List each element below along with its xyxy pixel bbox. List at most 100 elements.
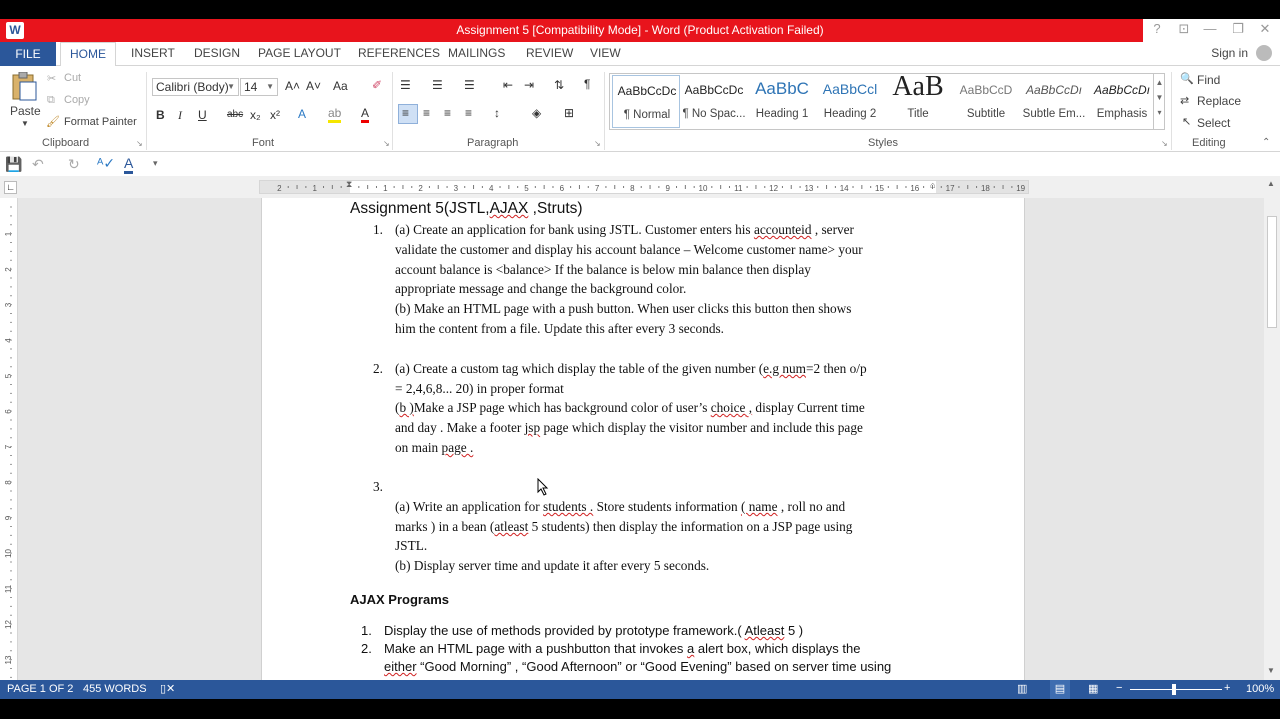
more-styles-icon[interactable]: ▾ [1154, 108, 1165, 117]
style-title[interactable]: AaB Title [884, 71, 952, 128]
subscript-button[interactable]: x₂ [250, 108, 261, 122]
style-heading-2[interactable]: AaBbCcl Heading 2 [816, 75, 884, 128]
zoom-level[interactable]: 100% [1246, 683, 1274, 695]
select-button[interactable]: Select [1197, 116, 1230, 130]
sort-icon[interactable]: ⇅ [554, 78, 564, 92]
font-family-combo[interactable]: Calibri (Body) ▼ [152, 78, 239, 96]
font-size-combo[interactable]: 14 ▼ [240, 78, 278, 96]
save-icon[interactable]: 💾 [5, 156, 22, 173]
superscript-button[interactable]: x² [270, 108, 280, 122]
document-heading: Assignment 5(JSTL,AJAX ,Struts) [350, 200, 583, 218]
font-color-icon[interactable]: A [361, 106, 370, 123]
bullets-icon[interactable]: ☰ [400, 78, 411, 92]
chevron-down-icon[interactable]: ▼ [1154, 93, 1165, 102]
indent-marker-icon[interactable]: ⧗ [346, 179, 352, 190]
replace-button[interactable]: Replace [1197, 94, 1241, 108]
font-launcher-icon[interactable]: ↘ [383, 139, 390, 148]
align-right-icon[interactable]: ≡ [444, 106, 451, 120]
style-emphasis[interactable]: AaBbCcDı Emphasis [1088, 75, 1156, 128]
close-button[interactable]: ✕ [1254, 21, 1276, 37]
web-layout-icon[interactable]: ▦ [1088, 682, 1098, 695]
italic-button[interactable]: I [178, 108, 182, 123]
tab-page-layout[interactable]: PAGE LAYOUT [258, 46, 341, 60]
clear-formatting-icon[interactable]: ✐ [372, 78, 382, 92]
spelling-icon[interactable]: ᴬ✓ [97, 155, 115, 172]
style-heading-1[interactable]: AaBbC Heading 1 [748, 75, 816, 128]
scrollbar-thumb[interactable] [1267, 216, 1277, 328]
shading-icon[interactable]: ◈ [532, 106, 541, 120]
maximize-button[interactable]: ❐ [1227, 21, 1249, 37]
minimize-button[interactable]: — [1199, 21, 1221, 36]
align-center-icon[interactable]: ≡ [423, 106, 430, 120]
highlight-icon[interactable]: ab [328, 106, 342, 123]
tab-home[interactable]: HOME [60, 42, 116, 67]
scroll-down-icon[interactable]: ▼ [1267, 666, 1275, 675]
decrease-indent-icon[interactable]: ⇤ [503, 78, 513, 92]
tab-insert[interactable]: INSERT [131, 46, 175, 60]
show-formatting-button[interactable]: ¶ [584, 77, 590, 91]
paragraph-launcher-icon[interactable]: ↘ [594, 139, 601, 148]
page-count[interactable]: PAGE 1 OF 2 [7, 683, 73, 695]
text-effects-icon[interactable]: A [298, 107, 306, 121]
clipboard-launcher-icon[interactable]: ↘ [136, 139, 143, 148]
vertical-scrollbar[interactable]: ▲ ▼ [1264, 176, 1280, 680]
multilevel-list-icon[interactable]: ☰ [464, 78, 475, 92]
vertical-ruler[interactable]: 1 2 3 4 5 6 7 8 9 10 11 12 13 [4, 198, 18, 680]
font-color-qat-icon[interactable]: A [124, 155, 134, 174]
paste-dropdown-icon[interactable]: ▼ [21, 119, 29, 128]
collapse-ribbon-icon[interactable]: ⌃ [1262, 137, 1270, 148]
chevron-up-icon[interactable]: ▲ [1154, 78, 1165, 87]
sign-in-link[interactable]: Sign in [1211, 46, 1248, 60]
borders-icon[interactable]: ⊞ [564, 106, 574, 120]
bold-button[interactable]: B [156, 108, 165, 122]
grow-font-button[interactable]: A˄ [285, 79, 300, 93]
zoom-slider-thumb[interactable] [1172, 684, 1176, 695]
tab-design[interactable]: DESIGN [194, 46, 240, 60]
zoom-slider[interactable] [1130, 689, 1222, 690]
format-painter-button[interactable]: Format Painter [64, 116, 137, 128]
print-layout-icon[interactable]: ▤ [1050, 680, 1070, 699]
undo-icon[interactable]: ↶ [32, 156, 44, 173]
help-icon[interactable]: ? [1146, 21, 1168, 36]
zoom-in-button[interactable]: + [1224, 682, 1230, 694]
tab-review[interactable]: REVIEW [526, 46, 573, 60]
customize-qat-icon[interactable]: ▾ [153, 158, 158, 169]
tab-file[interactable]: FILE [0, 42, 56, 66]
find-button[interactable]: Find [1197, 73, 1220, 87]
top-black-strip [0, 0, 1280, 19]
proofing-icon[interactable]: ▯✕ [160, 682, 175, 695]
style-subtitle[interactable]: AaBbCcD Subtitle [952, 75, 1020, 128]
cut-button[interactable]: Cut [64, 72, 81, 84]
user-avatar-icon[interactable] [1256, 45, 1272, 61]
change-case-button[interactable]: Aa [333, 79, 348, 93]
tab-selector-icon[interactable]: ∟ [4, 181, 17, 194]
styles-launcher-icon[interactable]: ↘ [1161, 139, 1168, 148]
justify-icon[interactable]: ≡ [465, 106, 472, 120]
style-subtle-emphasis[interactable]: AaBbCcDı Subtle Em... [1020, 75, 1088, 128]
underline-button[interactable]: U [198, 108, 207, 122]
line-spacing-icon[interactable]: ↕ [494, 106, 500, 120]
tab-view[interactable]: VIEW [590, 46, 621, 60]
read-mode-icon[interactable]: ▥ [1017, 682, 1027, 695]
right-indent-marker-icon[interactable]: ⌂ [930, 180, 935, 190]
tab-references[interactable]: REFERENCES [358, 46, 440, 60]
paste-icon[interactable] [10, 71, 38, 102]
zoom-out-button[interactable]: − [1116, 682, 1122, 694]
scroll-up-icon[interactable]: ▲ [1267, 179, 1275, 188]
strikethrough-button[interactable]: abc [227, 109, 243, 120]
redo-icon[interactable]: ↻ [68, 156, 80, 173]
styles-scroll-controls[interactable]: ▲ ▼ ▾ [1153, 74, 1165, 129]
tab-mailings[interactable]: MAILINGS [448, 46, 505, 60]
horizontal-ruler[interactable]: 2 1 1 2 3 4 5 6 7 8 9 10 11 12 13 14 15 16 17 18 19 ⧗ ⌂ [259, 179, 1029, 194]
document-page[interactable]: Assignment 5(JSTL,AJAX ,Struts) 1. (a) C… [261, 198, 1025, 680]
ribbon-display-options-icon[interactable]: ⊡ [1173, 21, 1195, 37]
style-normal[interactable]: AaBbCcDc ¶ Normal [612, 75, 680, 128]
shrink-font-button[interactable]: A˅ [306, 79, 321, 93]
word-count[interactable]: 455 WORDS [83, 683, 147, 695]
document-area: Assignment 5(JSTL,AJAX ,Struts) 1. (a) C… [18, 198, 1264, 680]
copy-button[interactable]: Copy [64, 94, 90, 106]
paste-button[interactable]: Paste [10, 104, 41, 118]
numbering-icon[interactable]: ☰ [432, 78, 443, 92]
increase-indent-icon[interactable]: ⇥ [524, 78, 534, 92]
style-no-spacing[interactable]: AaBbCcDc ¶ No Spac... [680, 75, 748, 128]
